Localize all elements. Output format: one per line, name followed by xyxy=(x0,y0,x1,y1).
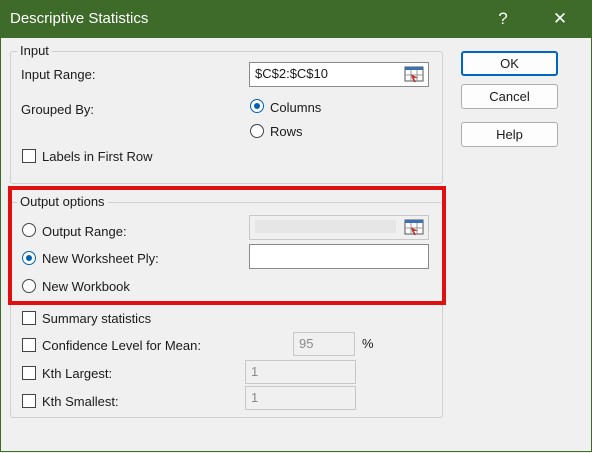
kth-largest-value: 1 xyxy=(251,364,259,379)
close-icon[interactable]: ✕ xyxy=(545,8,575,30)
input-range-field[interactable]: $C$2:$C$10 xyxy=(249,62,429,87)
rows-label: Rows xyxy=(270,124,303,139)
columns-label: Columns xyxy=(270,100,322,115)
input-range-value: $C$2:$C$10 xyxy=(255,66,328,81)
labels-first-row-label: Labels in First Row xyxy=(42,149,153,164)
ok-button[interactable]: OK xyxy=(461,51,558,76)
confidence-level-checkbox[interactable] xyxy=(22,338,36,352)
highlight-box xyxy=(8,186,446,305)
input-group-legend: Input xyxy=(17,43,52,58)
summary-statistics-checkbox[interactable] xyxy=(22,311,36,325)
percent-sign: % xyxy=(362,336,374,351)
grouped-by-label: Grouped By: xyxy=(21,102,94,117)
confidence-level-field[interactable]: 95 xyxy=(293,332,355,356)
help-icon[interactable]: ? xyxy=(488,8,518,30)
kth-largest-checkbox[interactable] xyxy=(22,366,36,380)
window-title: Descriptive Statistics xyxy=(10,10,149,27)
confidence-level-label: Confidence Level for Mean: xyxy=(42,338,201,353)
summary-statistics-label: Summary statistics xyxy=(42,311,152,326)
kth-smallest-label: Kth Smallest: xyxy=(42,394,119,409)
rows-radio[interactable] xyxy=(250,124,264,138)
kth-smallest-field[interactable]: 1 xyxy=(245,386,356,410)
help-button[interactable]: Help xyxy=(461,122,558,147)
kth-largest-field[interactable]: 1 xyxy=(245,360,356,384)
input-range-label: Input Range: xyxy=(21,67,96,82)
cancel-button[interactable]: Cancel xyxy=(461,84,558,109)
columns-radio[interactable] xyxy=(250,99,264,113)
range-selector-icon[interactable] xyxy=(403,65,425,83)
title-bar: Descriptive Statistics ? ✕ xyxy=(0,0,592,38)
kth-smallest-value: 1 xyxy=(251,390,259,405)
labels-first-row-checkbox[interactable] xyxy=(22,149,36,163)
kth-smallest-checkbox[interactable] xyxy=(22,394,36,408)
confidence-level-value: 95 xyxy=(299,336,314,351)
kth-largest-label: Kth Largest: xyxy=(42,366,113,381)
